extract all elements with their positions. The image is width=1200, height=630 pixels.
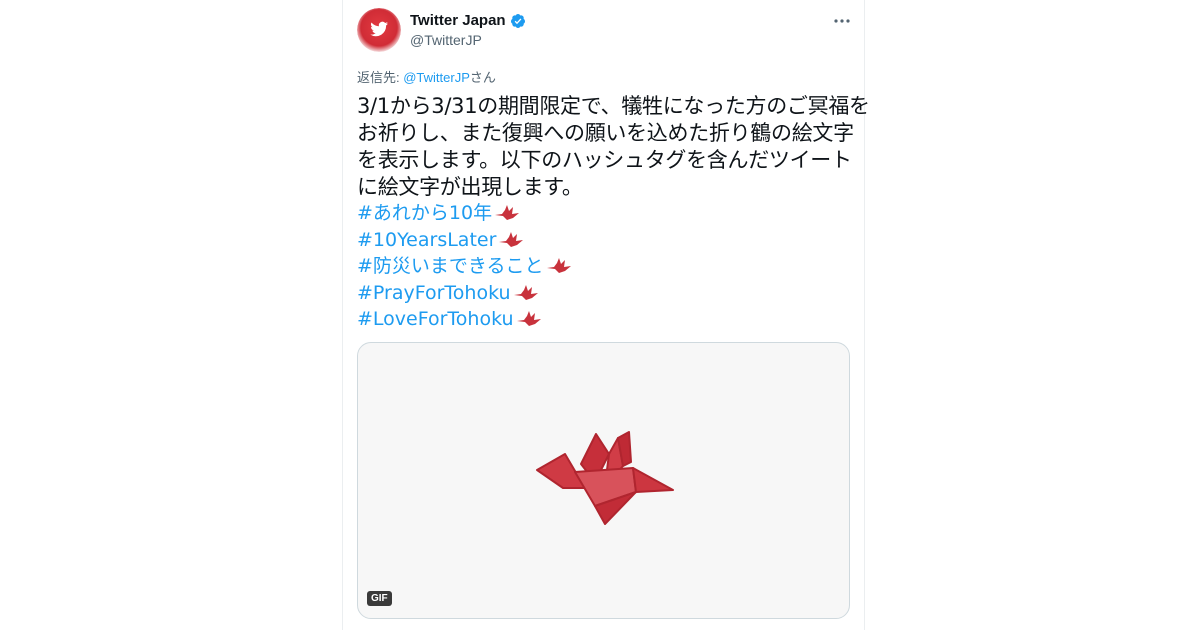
hashtag-label: #10YearsLater xyxy=(357,228,497,251)
tweet-text: 3/1から3/31の期間限定で、犠牲になった方のご冥福を お祈りし、また復興への… xyxy=(357,93,870,201)
paper-crane-emoji-icon xyxy=(513,284,538,300)
gif-badge: GIF xyxy=(367,591,392,606)
hashtag-label: #あれから10年 xyxy=(357,202,493,224)
verified-badge-icon xyxy=(510,13,525,28)
tweet-text-line: お祈りし、また復興への願いを込めた折り鶴の絵文字 xyxy=(357,121,854,145)
hashtag-link[interactable]: #10YearsLater xyxy=(357,227,572,254)
reply-to-line: 返信先: @TwitterJPさん xyxy=(357,67,496,86)
hashtag-link[interactable]: #あれから10年 xyxy=(357,200,572,227)
reply-mention-link[interactable]: @TwitterJP xyxy=(403,70,470,85)
author-name[interactable]: Twitter Japan xyxy=(410,12,526,29)
hashtag-label: #防災いまできること xyxy=(357,255,544,277)
paper-crane-icon xyxy=(536,431,674,525)
paper-crane-emoji-icon xyxy=(495,205,520,221)
author-handle[interactable]: @TwitterJP xyxy=(410,32,482,48)
gif-media[interactable]: GIF xyxy=(357,342,850,619)
author-name-label: Twitter Japan xyxy=(410,12,506,29)
paper-crane-emoji-icon xyxy=(516,311,541,327)
hashtag-link[interactable]: #PrayForTohoku xyxy=(357,280,572,307)
hashtag-list: #あれから10年 #10YearsLater #防災いまできること #PrayF… xyxy=(357,200,572,333)
tweet-text-line: に絵文字が出現します。 xyxy=(357,175,583,199)
hashtag-label: #PrayForTohoku xyxy=(357,281,511,304)
more-button[interactable] xyxy=(830,9,854,33)
twitter-bird-logo-icon xyxy=(357,8,401,52)
reply-prefix: 返信先: xyxy=(357,70,404,85)
reply-suffix: さん xyxy=(469,70,496,85)
hashtag-link[interactable]: #LoveForTohoku xyxy=(357,306,572,333)
hashtag-link[interactable]: #防災いまできること xyxy=(357,253,572,280)
tweet-text-line: 3/1から3/31の期間限定で、犠牲になった方のご冥福を xyxy=(357,94,870,118)
more-dots-icon xyxy=(834,19,850,23)
hashtag-label: #LoveForTohoku xyxy=(357,308,514,330)
paper-crane-emoji-icon xyxy=(499,231,524,247)
tweet-text-line: を表示します。以下のハッシュタグを含んだツイート xyxy=(357,148,852,172)
paper-crane-emoji-icon xyxy=(546,258,571,274)
avatar[interactable] xyxy=(357,8,401,52)
